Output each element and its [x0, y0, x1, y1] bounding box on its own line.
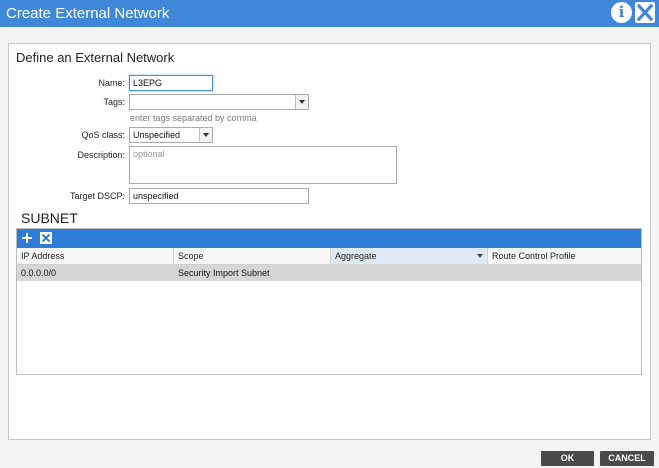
- delete-icon[interactable]: [40, 232, 52, 244]
- description-label: Description:: [77, 150, 125, 160]
- column-header-route-control-profile[interactable]: Route Control Profile: [488, 248, 641, 264]
- table-row[interactable]: 0.0.0.0/0 Security Import Subnet: [17, 265, 641, 281]
- table-header: IP Address Scope Aggregate Route Control…: [17, 248, 641, 265]
- tags-hint: enter tags separated by comma: [130, 113, 257, 123]
- column-header-scope[interactable]: Scope: [174, 248, 331, 264]
- column-header-aggregate[interactable]: Aggregate: [331, 248, 488, 264]
- qos-select-value: Unspecified: [133, 130, 181, 140]
- qos-select[interactable]: Unspecified: [129, 127, 213, 143]
- subnet-table: IP Address Scope Aggregate Route Control…: [16, 228, 642, 375]
- subnet-toolbar: [17, 229, 641, 248]
- column-header-aggregate-label: Aggregate: [335, 251, 377, 261]
- chevron-down-icon[interactable]: [199, 128, 212, 142]
- tags-input[interactable]: [129, 94, 309, 110]
- target-dscp-label: Target DSCP:: [69, 191, 125, 201]
- ok-button[interactable]: OK: [541, 451, 594, 466]
- target-dscp-value: unspecified: [133, 191, 179, 201]
- name-input[interactable]: L3EPG: [129, 75, 213, 91]
- tags-label: Tags:: [103, 97, 125, 107]
- cancel-button[interactable]: CANCEL: [600, 451, 654, 466]
- cell-route-control-profile: [488, 265, 641, 281]
- plus-icon[interactable]: [21, 232, 33, 244]
- name-label: Name:: [98, 78, 125, 88]
- target-dscp-input[interactable]: unspecified: [129, 188, 309, 204]
- column-menu-icon[interactable]: [477, 254, 483, 258]
- column-header-ip-address[interactable]: IP Address: [17, 248, 174, 264]
- description-placeholder: optional: [133, 149, 165, 159]
- cell-scope: Security Import Subnet: [178, 268, 270, 278]
- cell-ip-address: 0.0.0.0/0: [21, 268, 57, 278]
- qos-label: QoS class:: [81, 130, 125, 140]
- description-textarea[interactable]: optional: [129, 146, 397, 184]
- name-input-value: L3EPG: [133, 78, 163, 88]
- section-title: Define an External Network: [16, 50, 175, 65]
- close-icon[interactable]: [635, 2, 655, 23]
- dialog-title-bar: Create External Network i: [0, 0, 659, 27]
- dialog-title: Create External Network: [6, 5, 170, 22]
- chevron-down-icon[interactable]: [295, 95, 308, 109]
- cell-aggregate: [331, 265, 488, 281]
- info-icon[interactable]: i: [611, 2, 632, 23]
- close-x-glyph: [636, 3, 654, 22]
- subnet-title: SUBNET: [21, 210, 78, 226]
